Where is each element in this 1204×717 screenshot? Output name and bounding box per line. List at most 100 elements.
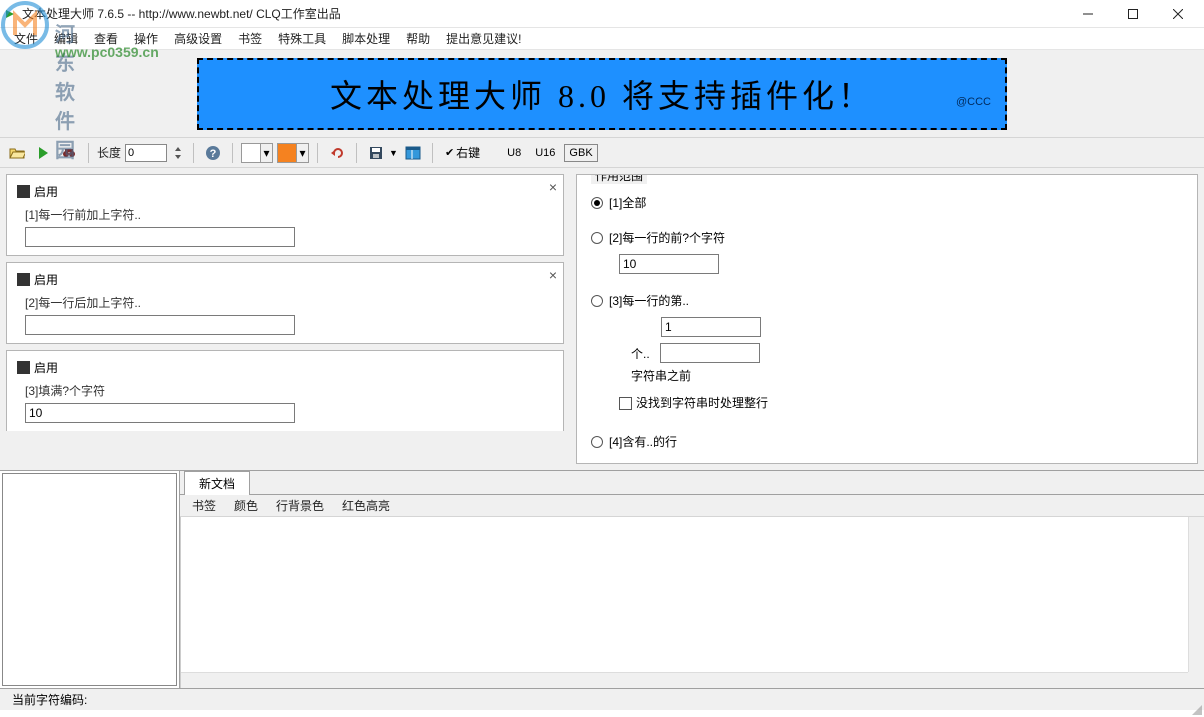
prefix-input[interactable] (25, 227, 295, 247)
encoding-gbk[interactable]: GBK (564, 144, 597, 162)
scope-label-contains: [4]含有..的行 (609, 433, 677, 450)
op-card-suffix: × 启用 [2]每一行后加上字符.. (6, 262, 564, 344)
encoding-u8[interactable]: U8 (502, 144, 526, 162)
close-button[interactable] (1155, 0, 1200, 28)
enable-label: 启用 (34, 359, 58, 376)
menubar: 文件 编辑 查看 操作 高级设置 书签 特殊工具 脚本处理 帮助 提出意见建议! (0, 28, 1204, 50)
undo-button[interactable] (326, 142, 348, 164)
promo-banner[interactable]: 文本处理大师 8.0 将支持插件化！ @CCC (197, 58, 1007, 130)
menu-file[interactable]: 文件 (6, 28, 46, 49)
first-n-input[interactable] (619, 254, 719, 274)
enable-checkbox[interactable] (17, 361, 30, 374)
whole-line-checkbox[interactable] (619, 397, 632, 410)
op-card-prefix: × 启用 [1]每一行前加上字符.. (6, 174, 564, 256)
toolbar-separator (232, 143, 233, 163)
editor-panel: 新文档 书签 颜色 行背景色 红色高亮 (180, 471, 1204, 688)
svg-text:?: ? (210, 148, 217, 160)
scope-radio-nth[interactable] (591, 295, 603, 307)
op-label: [1]每一行前加上字符.. (25, 206, 553, 223)
main-content: × 启用 [1]每一行前加上字符.. × 启用 [2]每一行后加上字符.. 启用… (0, 168, 1204, 470)
banner-signature: @CCC (956, 96, 991, 108)
binoculars-button[interactable] (58, 142, 80, 164)
toolbar-separator (432, 143, 433, 163)
save-dropdown-arrow[interactable]: ▼ (389, 148, 398, 158)
op-label: [3]填满?个字符 (25, 382, 553, 399)
menu-advanced[interactable]: 高级设置 (166, 28, 230, 49)
window-titlebar: 文本处理大师 7.6.5 -- http://www.newbt.net/ CL… (0, 0, 1204, 28)
file-list-panel (0, 471, 180, 688)
color-orange-dropdown[interactable]: ▾ (277, 143, 309, 163)
subbar-bookmark[interactable]: 书签 (192, 497, 216, 514)
toolbar-separator (317, 143, 318, 163)
fill-count-input[interactable] (25, 403, 295, 423)
spinner-arrows[interactable] (171, 142, 185, 164)
file-list[interactable] (2, 473, 177, 686)
enable-label: 启用 (34, 183, 58, 200)
operations-pane: × 启用 [1]每一行前加上字符.. × 启用 [2]每一行后加上字符.. 启用… (0, 168, 570, 470)
scroll-corner (1188, 672, 1204, 688)
close-icon[interactable]: × (549, 179, 557, 195)
subbar-color[interactable]: 颜色 (234, 497, 258, 514)
scope-pane: 作用范围 [1]全部 [2]每一行的前?个字符 [3]每一行的第.. 个.. 字… (570, 168, 1204, 470)
color-white-dropdown[interactable]: ▾ (241, 143, 273, 163)
menu-view[interactable]: 查看 (86, 28, 126, 49)
enable-checkbox[interactable] (17, 273, 30, 286)
suffix-input[interactable] (25, 315, 295, 335)
status-encoding-label: 当前字符编码: (6, 691, 93, 708)
enable-checkbox[interactable] (17, 185, 30, 198)
enable-label: 启用 (34, 271, 58, 288)
statusbar: 当前字符编码: (0, 688, 1204, 710)
tab-new-doc[interactable]: 新文档 (184, 471, 250, 495)
editor-subbar: 书签 颜色 行背景色 红色高亮 (180, 495, 1204, 517)
scope-radio-first-n[interactable] (591, 232, 603, 244)
nth-index-input[interactable] (661, 317, 761, 337)
open-file-button[interactable] (6, 142, 28, 164)
nth-string-input[interactable] (660, 343, 760, 363)
save-button[interactable] (365, 142, 387, 164)
menu-special[interactable]: 特殊工具 (270, 28, 334, 49)
vertical-scrollbar[interactable] (1188, 517, 1204, 672)
scope-fieldset: 作用范围 [1]全部 [2]每一行的前?个字符 [3]每一行的第.. 个.. 字… (576, 174, 1198, 464)
nth-desc: 字符串之前 (631, 367, 1183, 384)
toolbar-separator (88, 143, 89, 163)
window-title: 文本处理大师 7.6.5 -- http://www.newbt.net/ CL… (22, 5, 1065, 22)
menu-script[interactable]: 脚本处理 (334, 28, 398, 49)
scope-label-all: [1]全部 (609, 194, 646, 211)
document-tabbar: 新文档 (180, 471, 1204, 495)
horizontal-scrollbar[interactable] (181, 672, 1188, 688)
maximize-button[interactable] (1110, 0, 1155, 28)
subbar-line-bg[interactable]: 行背景色 (276, 497, 324, 514)
op-label: [2]每一行后加上字符.. (25, 294, 553, 311)
menu-edit[interactable]: 编辑 (46, 28, 86, 49)
resize-grip[interactable] (1188, 701, 1202, 715)
banner-text: 文本处理大师 8.0 将支持插件化！ (330, 71, 874, 117)
encoding-u16[interactable]: U16 (530, 144, 560, 162)
subbar-red-highlight[interactable]: 红色高亮 (342, 497, 390, 514)
op-card-fill: 启用 [3]填满?个字符 (6, 350, 564, 431)
whole-line-label: 没找到字符串时处理整行 (636, 396, 768, 410)
menu-bookmark[interactable]: 书签 (230, 28, 270, 49)
scope-radio-contains[interactable] (591, 436, 603, 448)
window-layout-button[interactable] (402, 142, 424, 164)
length-label: 长度 (97, 144, 121, 161)
scope-radio-all[interactable] (591, 197, 603, 209)
banner-area: 文本处理大师 8.0 将支持插件化！ @CCC (0, 50, 1204, 138)
scope-label-nth: [3]每一行的第.. (609, 292, 689, 309)
help-button[interactable]: ? (202, 142, 224, 164)
scope-label-first-n: [2]每一行的前?个字符 (609, 229, 725, 246)
length-spinner[interactable] (125, 144, 167, 162)
right-click-checkbox[interactable]: ✔右键 (445, 144, 480, 161)
text-editor[interactable] (180, 517, 1204, 688)
toolbar-separator (193, 143, 194, 163)
nth-unit-label: 个.. (631, 345, 650, 362)
menu-action[interactable]: 操作 (126, 28, 166, 49)
minimize-button[interactable] (1065, 0, 1110, 28)
toolbar-separator (356, 143, 357, 163)
app-icon (4, 8, 16, 20)
play-button[interactable] (32, 142, 54, 164)
close-icon[interactable]: × (549, 267, 557, 283)
scope-legend: 作用范围 (591, 174, 647, 184)
toolbar: 长度 ? ▾ ▾ ▼ ✔右键 U8 U16 GBK (0, 138, 1204, 168)
menu-feedback[interactable]: 提出意见建议! (438, 28, 529, 49)
menu-help[interactable]: 帮助 (398, 28, 438, 49)
